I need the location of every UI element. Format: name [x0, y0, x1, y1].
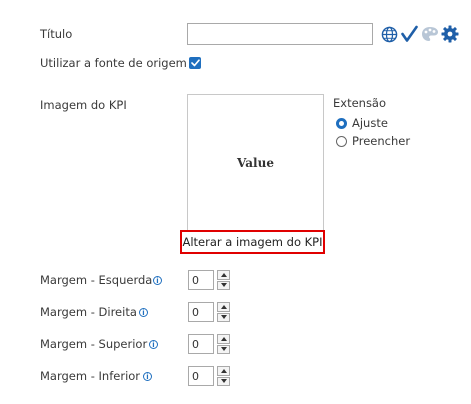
margin-top-label: Margem - Superior — [40, 337, 148, 351]
increment-icon[interactable] — [217, 270, 230, 280]
fill-radio-label: Preencher — [352, 134, 411, 148]
margin-left-info-icon[interactable]: i — [153, 276, 162, 285]
source-font-checkbox[interactable] — [189, 57, 201, 69]
increment-icon[interactable] — [217, 366, 230, 376]
margin-right-stepper[interactable] — [217, 302, 230, 322]
extension-option-fit[interactable]: Ajuste — [336, 116, 388, 130]
fill-radio[interactable] — [336, 135, 347, 147]
checkbox-check-icon — [190, 59, 200, 67]
kpi-image-label: Imagem do KPI — [40, 98, 127, 112]
checkmark-icon[interactable] — [400, 24, 418, 44]
globe-icon[interactable] — [380, 25, 398, 43]
kpi-image-preview-text: Value — [237, 155, 274, 170]
extension-option-fill[interactable]: Preencher — [336, 134, 410, 148]
margin-bottom-input[interactable]: 0 — [188, 366, 214, 386]
margin-top-stepper[interactable] — [217, 334, 230, 354]
extension-label: Extensão — [333, 96, 387, 110]
increment-icon[interactable] — [217, 334, 230, 344]
change-kpi-image-button[interactable]: Alterar a imagem do KPI — [180, 230, 325, 254]
margin-right-info-icon[interactable]: i — [139, 308, 148, 317]
gear-icon[interactable] — [441, 25, 459, 43]
margin-right-input[interactable]: 0 — [188, 302, 214, 322]
fit-radio-label: Ajuste — [352, 116, 388, 130]
margin-top-info-icon[interactable]: i — [149, 340, 158, 349]
source-font-label: Utilizar a fonte de origem — [40, 56, 187, 70]
decrement-icon[interactable] — [217, 312, 230, 322]
margin-left-stepper[interactable] — [217, 270, 230, 290]
fit-radio[interactable] — [336, 117, 347, 129]
title-input[interactable] — [187, 23, 373, 45]
margin-bottom-stepper[interactable] — [217, 366, 230, 386]
decrement-icon[interactable] — [217, 376, 230, 386]
margin-left-input[interactable]: 0 — [188, 270, 214, 290]
margin-left-label: Margem - Esquerda — [40, 273, 153, 287]
margin-bottom-info-icon[interactable]: i — [143, 372, 152, 381]
kpi-image-preview: Value — [187, 94, 324, 231]
margin-top-input[interactable]: 0 — [188, 334, 214, 354]
decrement-icon[interactable] — [217, 344, 230, 354]
margin-right-label: Margem - Direita — [40, 305, 137, 319]
title-label: Título — [40, 27, 73, 41]
margin-bottom-label: Margem - Inferior — [40, 369, 141, 383]
decrement-icon[interactable] — [217, 280, 230, 290]
palette-icon[interactable] — [421, 25, 439, 43]
increment-icon[interactable] — [217, 302, 230, 312]
